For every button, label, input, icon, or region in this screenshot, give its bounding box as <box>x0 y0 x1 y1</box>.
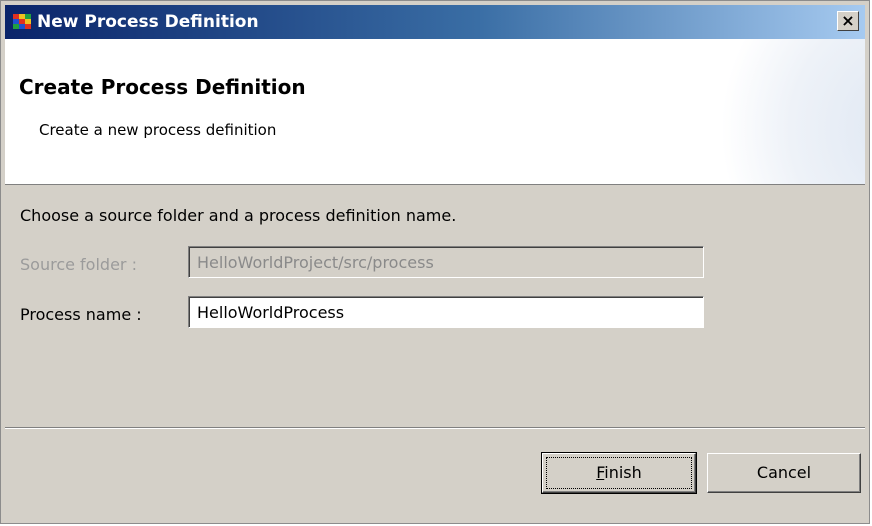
instruction-text: Choose a source folder and a process def… <box>20 206 457 225</box>
wizard-header: Create Process Definition Create a new p… <box>5 39 865 185</box>
page-title: Create Process Definition <box>19 75 306 99</box>
source-folder-label: Source folder : <box>20 255 137 274</box>
header-banner-graphic <box>705 39 865 184</box>
cancel-button[interactable]: Cancel <box>707 453 861 493</box>
process-name-field[interactable] <box>188 296 704 328</box>
page-description: Create a new process definition <box>39 121 277 139</box>
finish-button[interactable]: Finish <box>541 452 697 494</box>
process-name-label: Process name : <box>20 305 142 324</box>
close-icon[interactable]: × <box>837 11 859 31</box>
window-title: New Process Definition <box>37 12 259 32</box>
focus-indicator <box>546 457 692 489</box>
button-bar-divider <box>5 427 865 429</box>
title-bar[interactable]: New Process Definition × <box>5 5 865 39</box>
new-process-definition-dialog: New Process Definition × Create Process … <box>0 0 870 524</box>
jbpm-grid-icon <box>13 14 31 30</box>
source-folder-field[interactable] <box>188 246 704 278</box>
